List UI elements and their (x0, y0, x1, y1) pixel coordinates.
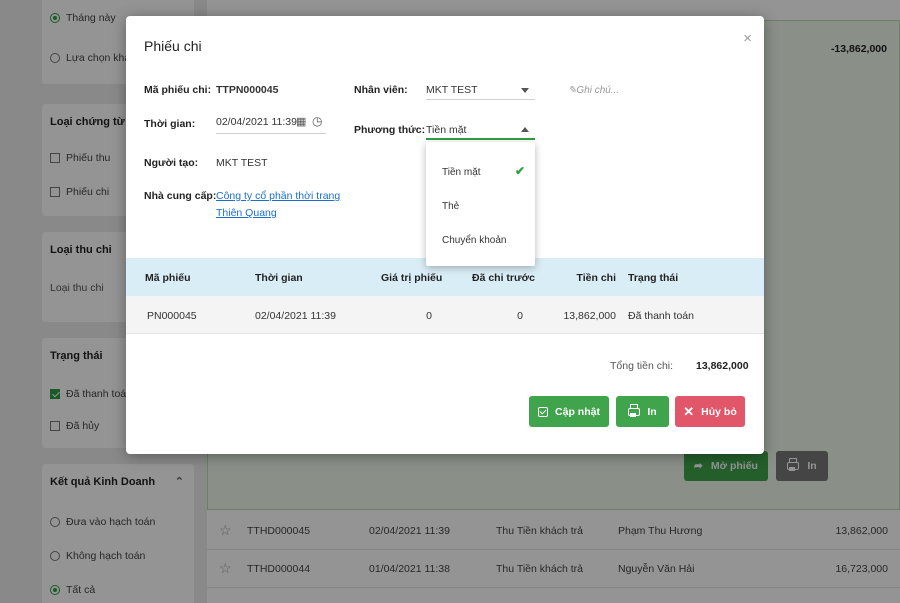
caret-down-icon (521, 88, 529, 93)
calendar-icon[interactable]: ▦ (296, 115, 306, 128)
modal-title: Phiếu chi (144, 38, 202, 54)
total-label: Tổng tiền chi: (610, 360, 674, 372)
time-field[interactable]: 02/04/2021 11:39 ▦ ◷ (216, 112, 326, 134)
time-label: Thời gian: (144, 118, 196, 130)
printer-icon (628, 403, 641, 417)
method-option-cash[interactable]: Tiền mặt (442, 167, 481, 178)
method-select[interactable]: Tiền mặt (426, 120, 535, 140)
method-option-card[interactable]: Thẻ (442, 201, 459, 212)
payment-voucher-modal: Phiếu chi × Mã phiếu chi: TTPN000045 Thờ… (126, 16, 764, 454)
total-value: 13,862,000 (696, 360, 749, 372)
close-icon[interactable]: × (743, 30, 752, 47)
caret-up-icon (521, 127, 529, 132)
check-icon: ✔ (514, 164, 525, 178)
check-square-icon (538, 406, 549, 417)
method-dropdown: Tiền mặt ✔ Thẻ Chuyển khoản (426, 142, 535, 266)
method-option-transfer[interactable]: Chuyển khoản (442, 235, 507, 246)
clock-icon[interactable]: ◷ (312, 114, 322, 128)
close-x-icon: ✕ (683, 403, 695, 419)
employee-label: Nhân viên: (354, 84, 408, 96)
creator-value: MKT TEST (216, 157, 268, 169)
method-label: Phương thức: (354, 124, 426, 136)
employee-select[interactable]: MKT TEST (426, 80, 535, 100)
creator-label: Người tạo: (144, 157, 199, 169)
cancel-button[interactable]: ✕ Hủy bỏ (675, 396, 745, 427)
supplier-label: Nhà cung cấp: (144, 190, 217, 202)
voucher-code-value: TTPN000045 (216, 84, 279, 96)
voucher-code-label: Mã phiếu chi: (144, 84, 212, 96)
print-button[interactable]: In (616, 396, 669, 427)
supplier-link[interactable]: Công ty cổ phần thời trang (216, 190, 340, 202)
supplier-link-line2[interactable]: Thiên Quang (216, 207, 277, 219)
update-button[interactable]: Cập nhật (529, 396, 609, 427)
table-row[interactable]: PN000045 02/04/2021 11:39 0 0 13,862,000… (126, 296, 764, 334)
note-field[interactable]: ✎Ghi chú... (568, 85, 619, 96)
